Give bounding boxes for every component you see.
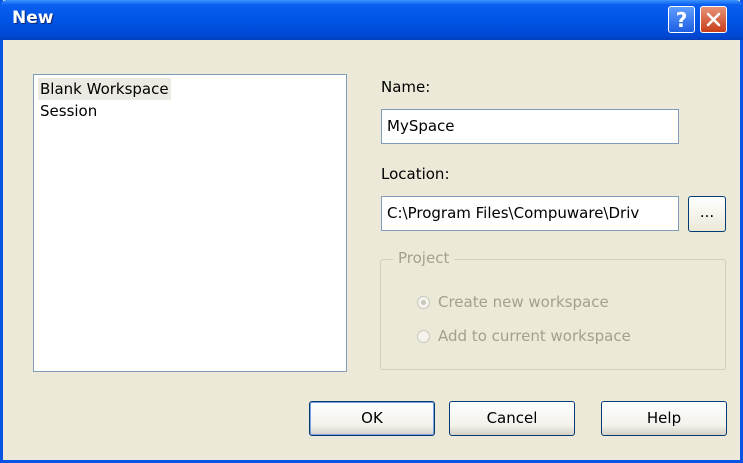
question-mark-icon: ? (675, 7, 688, 32)
help-title-button[interactable]: ? (668, 6, 695, 33)
close-button[interactable] (700, 6, 727, 33)
type-listbox[interactable]: Blank Workspace Session (33, 74, 347, 372)
name-label: Name: (381, 78, 431, 96)
title-bar[interactable]: New ? (0, 0, 743, 40)
list-item-session[interactable]: Session (38, 100, 342, 122)
create-new-workspace-label: Create new workspace (438, 293, 609, 311)
radio-checked-icon (417, 295, 430, 309)
help-button[interactable]: Help (601, 401, 727, 436)
list-item-blank-workspace[interactable]: Blank Workspace (38, 78, 171, 100)
location-field[interactable]: C:\Program Files\Compuware\Driv (381, 196, 679, 231)
close-icon (706, 12, 721, 27)
create-new-workspace-radio[interactable]: Create new workspace (417, 293, 609, 311)
project-group: Project Create new workspace Add to curr… (380, 249, 726, 370)
add-to-current-workspace-radio[interactable]: Add to current workspace (417, 327, 631, 345)
location-label: Location: (381, 165, 450, 183)
radio-unchecked-icon (417, 329, 430, 343)
project-legend: Project (393, 249, 455, 267)
ok-button[interactable]: OK (309, 401, 435, 436)
browse-button[interactable]: ... (688, 196, 726, 232)
cancel-button[interactable]: Cancel (449, 401, 575, 436)
dialog-title: New (12, 8, 54, 28)
add-to-current-workspace-label: Add to current workspace (438, 327, 631, 345)
new-dialog: New ? Blank Workspace Session Name: MySp… (0, 0, 743, 463)
name-field[interactable]: MySpace (381, 109, 679, 144)
